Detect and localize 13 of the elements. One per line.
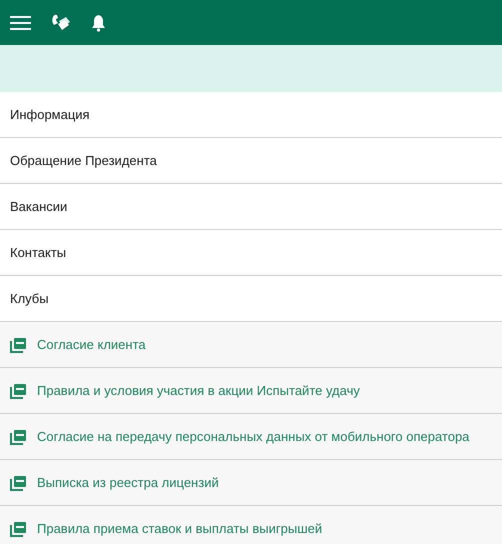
document-item[interactable]: Согласие на передачу персональных данных от мобильного оператора — [0, 414, 502, 460]
pdf-file-icon — [10, 474, 27, 490]
document-item[interactable]: Согласие клиента — [0, 322, 502, 368]
bell-icon[interactable] — [91, 14, 106, 32]
phone-card-icon[interactable] — [51, 14, 71, 32]
pdf-file-icon — [10, 336, 27, 352]
document-item[interactable]: Правила приема ставок и выплаты выигрышей — [0, 506, 502, 544]
pdf-file-icon — [10, 428, 27, 444]
document-item[interactable]: Выписка из реестра лицензий — [0, 460, 502, 506]
document-item[interactable]: Правила и условия участия в акции Испытайте удачу — [0, 368, 502, 414]
pdf-file-icon — [10, 382, 27, 398]
menu-icon[interactable] — [10, 16, 31, 30]
pdf-file-icon — [10, 520, 27, 536]
